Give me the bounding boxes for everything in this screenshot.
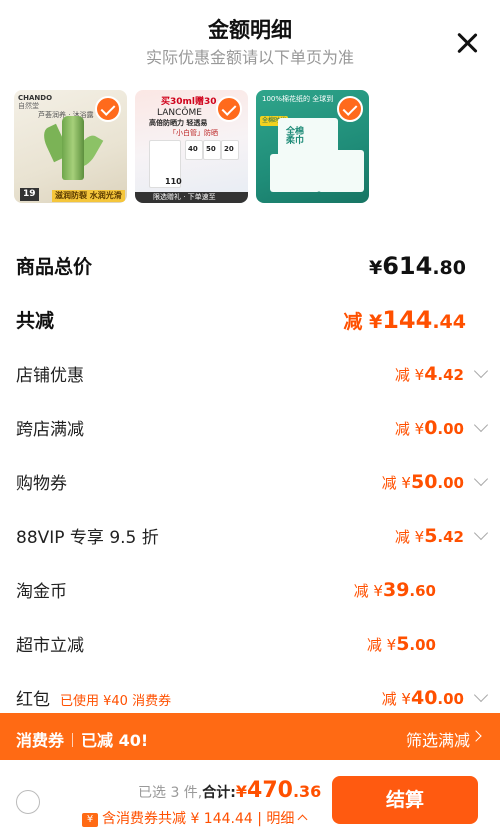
product-thumb-3[interactable]: 100%棉花纸的 全球到 全棉时代 全棉 柔巾 xyxy=(256,90,369,203)
discount-item-amount: 减 ¥5.00 xyxy=(366,633,436,655)
page-title: 金额明细 xyxy=(208,18,292,42)
product-thumb-2[interactable]: 买30ml赠30 LANCÔME 高倍防晒力 轻透易 「小白管」防晒 40 50… xyxy=(135,90,248,203)
checkout-bar: 已选 3 件,合计:¥470.36 ¥ 含消费券共减 ¥ 144.44 | 明细 … xyxy=(0,760,500,828)
total-price: ¥470.36 xyxy=(235,778,322,803)
page-subtitle: 实际优惠金额请以下单页为准 xyxy=(145,48,354,67)
select-all-radio[interactable] xyxy=(16,790,40,814)
selected-check-icon[interactable] xyxy=(95,96,121,122)
order-summary: 已选 3 件,合计:¥470.36 xyxy=(138,778,322,803)
discount-item-label: 购物券 xyxy=(16,474,67,494)
product-brand: CHANDO xyxy=(18,94,53,102)
chevron-down-icon[interactable] xyxy=(473,471,489,487)
discount-label: 共减 xyxy=(16,310,55,332)
discount-item-label: 跨店满减 xyxy=(16,420,84,440)
product-brand-sub: 自然堂 xyxy=(18,102,39,110)
coupon-icon: ¥ xyxy=(82,813,98,827)
product-top-text: 100%棉花纸的 全球到 xyxy=(262,95,334,103)
chevron-down-icon[interactable] xyxy=(473,363,489,379)
spf-box: 50 xyxy=(203,140,221,160)
selected-check-icon[interactable] xyxy=(337,96,363,122)
product-brand: LANCÔME xyxy=(157,108,202,118)
wipes-pack-graphic xyxy=(318,150,364,192)
discount-item-amount: 减 ¥5.42 xyxy=(394,525,464,547)
total-label: 商品总价 xyxy=(16,256,93,278)
spf-box: 20 xyxy=(221,140,239,160)
spf-box: 40 xyxy=(185,140,203,160)
coupon-banner-text: 消费券 已减 40! xyxy=(16,731,149,750)
total-amount: ¥614.80 xyxy=(368,252,466,280)
filter-discount-link[interactable]: 筛选满减 xyxy=(406,727,470,751)
checkout-button[interactable]: 结算 xyxy=(332,776,478,824)
product-banner: 滋润防裂 水润光滑 xyxy=(52,190,125,202)
product-thumbnails: CHANDO 自然堂 芦荟润养 · 沐浴露 19 滋润防裂 水润光滑 买30ml… xyxy=(14,90,369,204)
discount-item-amount: 减 ¥50.00 xyxy=(381,471,464,493)
product-promo: 买30ml赠30 xyxy=(161,97,217,107)
chevron-up-icon xyxy=(297,814,308,825)
discount-item-label: 红包 已使用 ¥40 消费券 xyxy=(16,690,172,710)
discount-item-amount: 减 ¥39.60 xyxy=(353,579,436,601)
chevron-down-icon[interactable] xyxy=(473,687,489,703)
price-badge: 19 xyxy=(20,188,39,201)
product-sub: 「小白管」防晒 xyxy=(169,129,218,137)
header: 金额明细 实际优惠金额请以下单页为准 xyxy=(0,0,500,75)
close-icon[interactable] xyxy=(452,28,482,58)
discount-amount: 减 ¥144.44 xyxy=(343,306,466,334)
product-thumb-1[interactable]: CHANDO 自然堂 芦荟润养 · 沐浴露 19 滋润防裂 水润光滑 xyxy=(14,90,127,203)
discount-item-amount: 减 ¥4.42 xyxy=(394,363,464,385)
product-tagline: 高倍防晒力 轻透易 xyxy=(149,119,208,127)
selected-check-icon[interactable] xyxy=(216,96,242,122)
discount-item-amount: 减 ¥40.00 xyxy=(381,687,464,709)
discount-item-label: 超市立减 xyxy=(16,636,84,656)
coupon-banner: 消费券 已减 40! 筛选满减 xyxy=(0,713,500,760)
discount-item-amount: 减 ¥0.00 xyxy=(394,417,464,439)
chevron-down-icon[interactable] xyxy=(473,525,489,541)
wipes-pack-graphic xyxy=(270,154,320,192)
chevron-down-icon[interactable] xyxy=(473,417,489,433)
discount-detail-link[interactable]: ¥ 含消费券共减 ¥ 144.44 | 明细 xyxy=(82,808,308,828)
chevron-right-icon[interactable] xyxy=(470,730,482,742)
red-packet-note: 已使用 ¥40 消费券 xyxy=(60,694,172,709)
product-bottom-bar: 限选赠礼 · 下单速至 xyxy=(135,192,248,203)
discount-item-label: 店铺优惠 xyxy=(16,366,84,386)
product-tube-graphic xyxy=(62,116,84,180)
discount-item-label: 88VIP 专享 9.5 折 xyxy=(16,528,159,548)
price-badge: 110 xyxy=(165,177,182,186)
discount-item-label: 淘金币 xyxy=(16,582,67,602)
